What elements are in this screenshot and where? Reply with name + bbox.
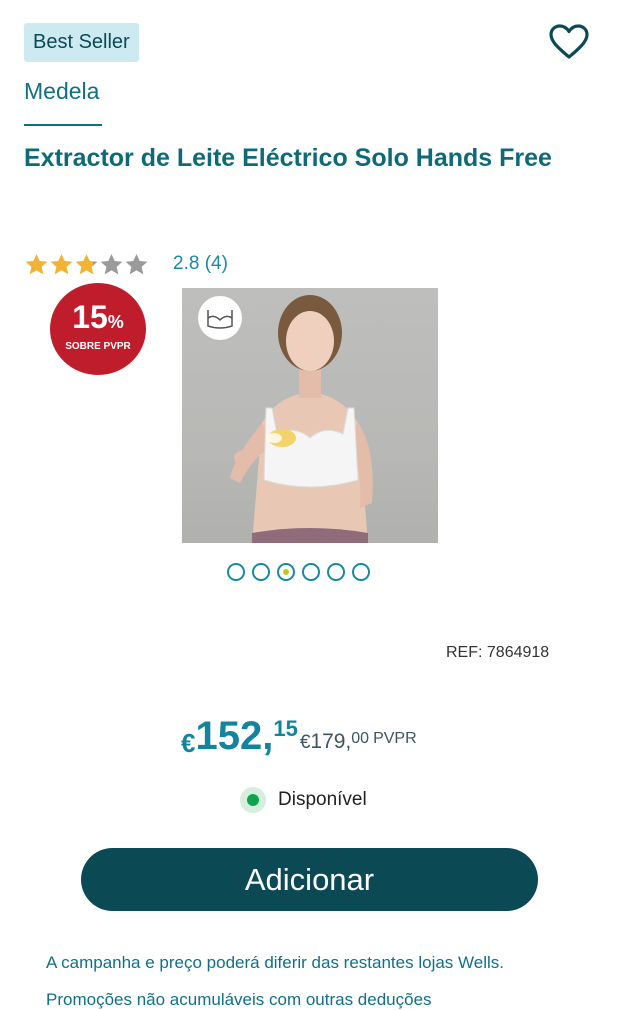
discount-percent-sign: %: [107, 312, 124, 332]
old-price-currency: €: [299, 732, 311, 753]
old-price-label: PVPR: [373, 730, 417, 747]
rating-reviews-link[interactable]: 2.8 (4): [173, 253, 228, 275]
price: € 152, 15 € 179, 00 PVPR: [181, 712, 417, 760]
product-image[interactable]: [182, 288, 438, 543]
gallery-dot[interactable]: [227, 563, 245, 581]
product-reference: REF: 7864918: [446, 644, 550, 661]
star-empty-icon: [100, 254, 123, 275]
campaign-disclaimer: A campanha e preço poderá diferir das re…: [46, 953, 504, 972]
brand-underline: [24, 124, 102, 126]
price-decimals: 15: [273, 716, 298, 741]
best-seller-badge: Best Seller: [24, 23, 139, 62]
star-partial-icon: [75, 254, 98, 275]
discount-label: SOBRE PVPR: [65, 341, 131, 352]
price-integer: 152,: [195, 714, 274, 758]
promotion-disclaimer: Promoções não acumuláveis com outras ded…: [46, 990, 432, 1009]
rating-stars: [24, 252, 149, 280]
gallery-dot[interactable]: [302, 563, 320, 581]
discount-badge: 15% SOBRE PVPR: [50, 283, 146, 375]
old-price-integer: 179,: [310, 730, 352, 753]
gallery-pagination: [227, 563, 370, 581]
discount-value: 15: [72, 299, 108, 335]
availability: Disponível: [240, 787, 367, 813]
price-currency: €: [181, 728, 196, 758]
star-empty-icon: [125, 254, 148, 275]
old-price-decimals: 00: [351, 730, 370, 747]
availability-indicator-icon: [240, 787, 266, 813]
star-full-icon: [50, 254, 73, 275]
gallery-dot-active[interactable]: [277, 563, 295, 581]
gallery-dot[interactable]: [252, 563, 270, 581]
favorite-heart-icon[interactable]: [549, 24, 589, 60]
gallery-dot[interactable]: [327, 563, 345, 581]
add-to-cart-button[interactable]: Adicionar: [81, 848, 538, 911]
brand-link[interactable]: Medela: [24, 78, 99, 105]
star-full-icon: [25, 254, 48, 275]
product-title: Extractor de Leite Eléctrico Solo Hands …: [24, 144, 552, 172]
availability-label: Disponível: [278, 789, 367, 810]
gallery-dot[interactable]: [352, 563, 370, 581]
